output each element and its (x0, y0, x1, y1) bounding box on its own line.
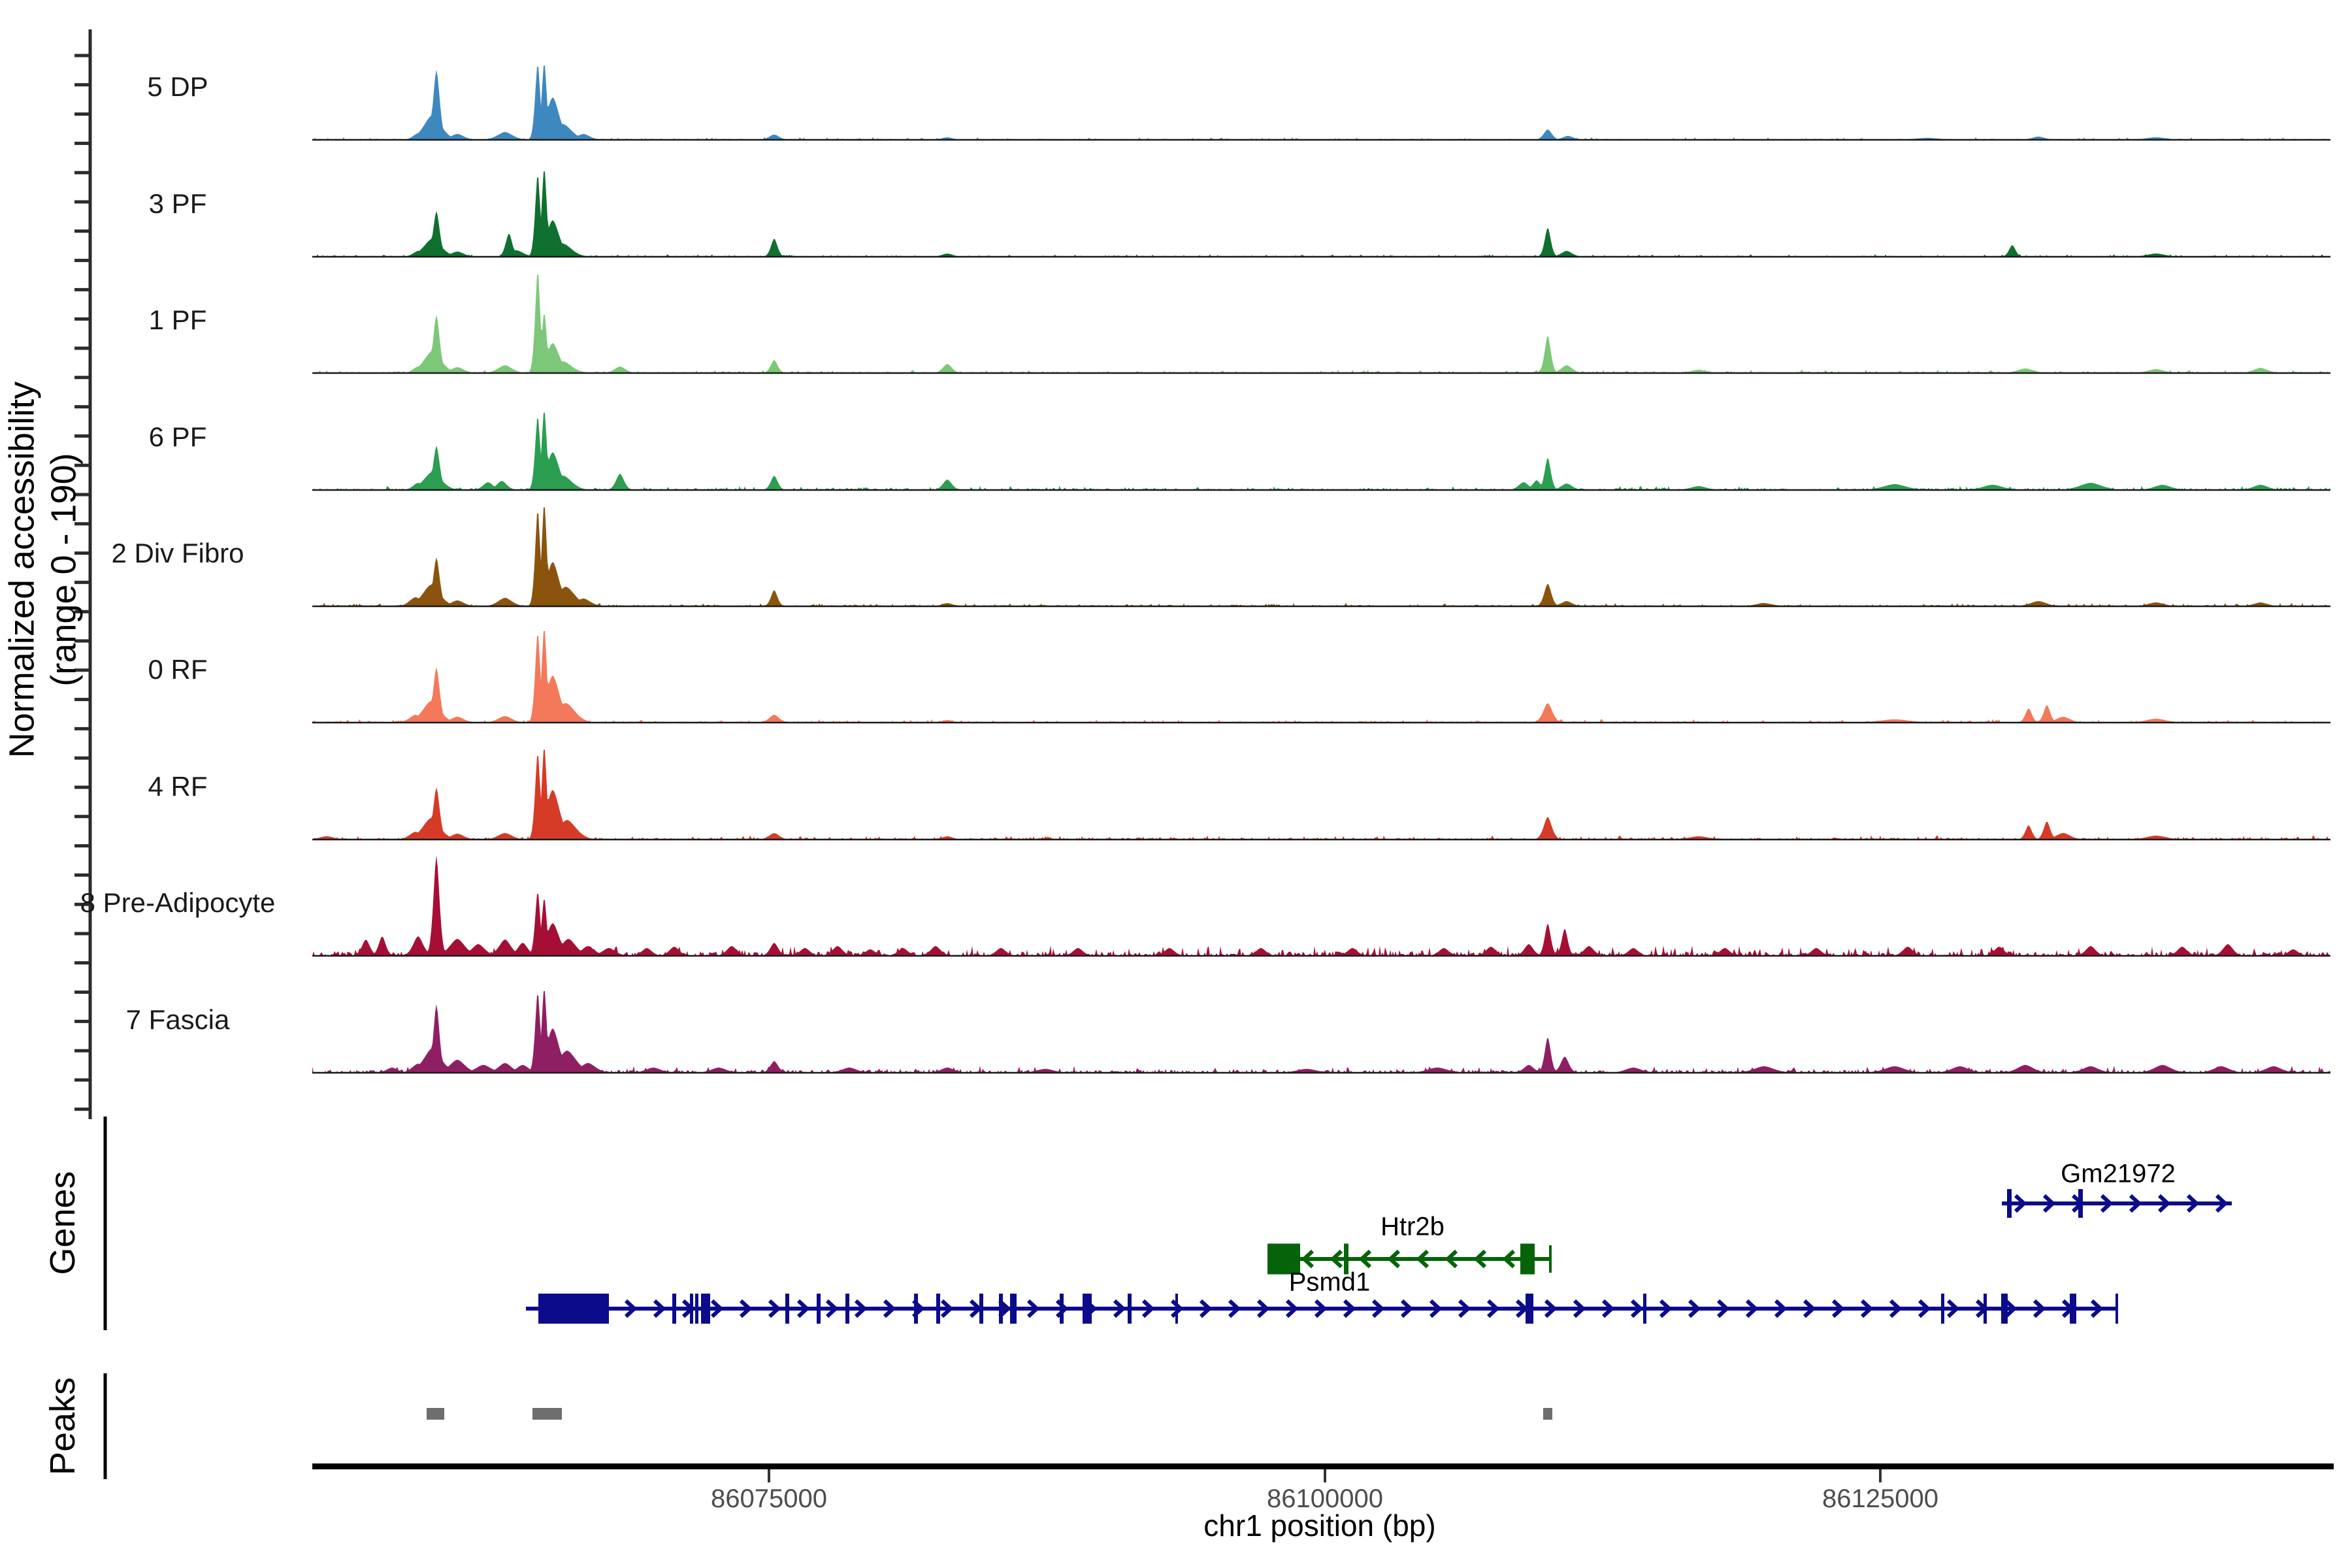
genes-section-label: Genes (42, 1171, 83, 1275)
gene-psmd1-model (526, 1294, 2118, 1324)
x-tick-label: 86075000 (711, 1484, 827, 1514)
gene-exon (914, 1294, 918, 1324)
track-4-rf (312, 750, 2330, 840)
track-0-rf (312, 631, 2330, 723)
gene-exon (979, 1294, 983, 1324)
track-2-div-fibro (312, 508, 2330, 606)
peak-region-box (532, 1408, 562, 1420)
gene-exon (1128, 1294, 1132, 1324)
gene-exon (2070, 1294, 2076, 1324)
gene-exon (845, 1294, 849, 1324)
x-axis-line (312, 1463, 2334, 1469)
track-label: 4 RF (148, 771, 207, 802)
gene-exon (672, 1294, 676, 1324)
gene-exon (1175, 1294, 1178, 1324)
gene-exon (1060, 1294, 1064, 1324)
genome-browser-figure: Normalized accessibility (range 0 - 190)… (0, 0, 2352, 1568)
gene-exon (701, 1294, 710, 1324)
peak-region-box (1543, 1408, 1552, 1420)
gene-exon (690, 1294, 693, 1324)
peak-regions (427, 1408, 1552, 1420)
y-axis-title: Normalized accessibility (range 0 - 190) (1, 382, 84, 758)
track-signal (312, 171, 2330, 257)
x-tick-label: 86125000 (1822, 1484, 1938, 1514)
gene-exon (785, 1294, 789, 1324)
x-axis (312, 1463, 2334, 1482)
gene-label: Psmd1 (1289, 1268, 1371, 1298)
peaks-section-label: Peaks (42, 1377, 83, 1475)
gene-exon (999, 1294, 1003, 1324)
track-label: 7 Fascia (126, 1004, 230, 1036)
gene-label: Htr2b (1380, 1213, 1445, 1242)
track-signal (312, 855, 2330, 956)
track-label: 0 RF (148, 654, 207, 685)
gene-exon (2115, 1294, 2118, 1324)
gene-exon (1984, 1294, 1987, 1324)
track-label: 5 DP (147, 71, 208, 103)
track-signal (312, 275, 2330, 374)
y-axis-title-line2: (range 0 - 190) (43, 382, 85, 758)
track-signal (312, 413, 2330, 490)
gene-exon (1549, 1245, 1552, 1273)
y-axis-title-line1: Normalized accessibility (1, 382, 43, 758)
gene-exon (936, 1294, 940, 1324)
track-signal (312, 508, 2330, 606)
gene-gm21972-model (2002, 1189, 2232, 1218)
track-signal (312, 750, 2330, 840)
gene-exon (538, 1294, 609, 1324)
x-tick-label: 86100000 (1267, 1484, 1383, 1514)
track-label: 8 Pre-Adipocyte (80, 887, 276, 919)
gene-label: Gm21972 (2061, 1160, 2176, 1189)
track-7-fascia (312, 991, 2330, 1073)
gene-exon (1010, 1294, 1017, 1324)
track-signal (312, 65, 2330, 140)
gene-exon (1526, 1294, 1533, 1324)
track-signal (312, 991, 2330, 1073)
gene-exon (2078, 1189, 2083, 1218)
gene-exon (1083, 1294, 1092, 1324)
gene-exon (2007, 1189, 2012, 1218)
track-3-pf (312, 171, 2330, 257)
track-6-pf (312, 413, 2330, 490)
track-label: 2 Div Fibro (111, 538, 244, 569)
track-label: 3 PF (149, 188, 207, 220)
track-8-pre-adipocyte (312, 855, 2330, 956)
track-label: 1 PF (149, 304, 207, 336)
track-1-pf (312, 275, 2330, 374)
plot-canvas (0, 0, 2352, 1568)
track-5-dp (312, 65, 2330, 140)
gene-exon (1941, 1294, 1944, 1324)
gene-exon (2001, 1294, 2008, 1324)
gene-exon (1643, 1294, 1646, 1324)
gene-exon (817, 1294, 821, 1324)
gene-exon (695, 1294, 698, 1324)
gene-exon (1520, 1244, 1535, 1275)
peak-region-box (427, 1408, 444, 1420)
track-signal (312, 631, 2330, 723)
track-label: 6 PF (149, 421, 207, 453)
